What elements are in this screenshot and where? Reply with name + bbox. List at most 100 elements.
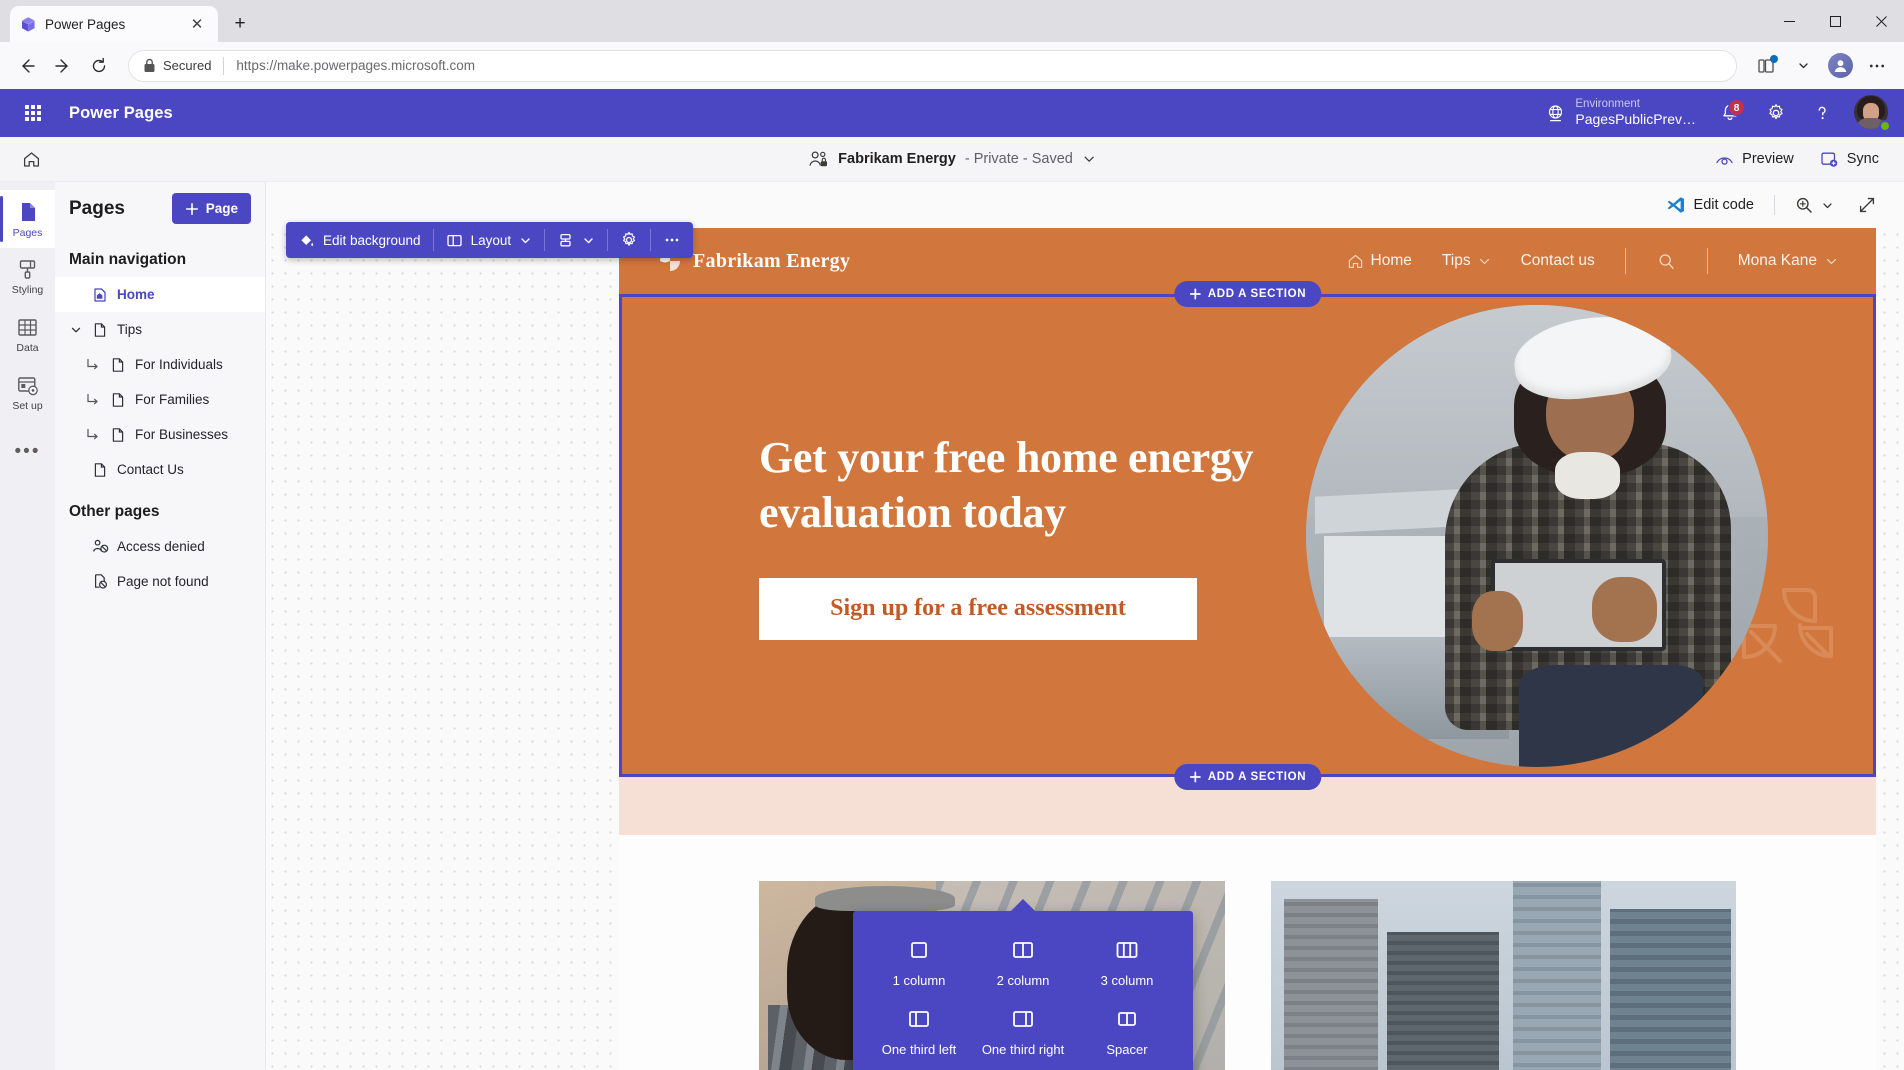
layout-option-3-column[interactable]: 3 column <box>1075 937 1179 990</box>
sidebar-more-button[interactable]: ••• <box>0 428 55 476</box>
app-launcher-icon[interactable] <box>14 94 52 132</box>
sync-label: Sync <box>1846 151 1879 167</box>
section-edit-toolbar: Edit background Layout <box>286 222 694 258</box>
plus-icon <box>1189 288 1201 300</box>
notifications-button[interactable]: 8 <box>1708 91 1752 135</box>
site-user-menu[interactable]: Mona Kane <box>1738 252 1838 270</box>
chevron-down-icon <box>519 234 532 247</box>
other-pages-heading: Other pages <box>69 503 160 520</box>
sidebar-item-setup[interactable]: Set up <box>0 364 55 422</box>
page-tree-item-contact-us[interactable]: Contact Us <box>55 452 265 487</box>
fullscreen-button[interactable] <box>1848 189 1886 221</box>
page-not-found-icon <box>91 573 109 590</box>
security-label: Secured <box>163 58 212 73</box>
layout-option-one-third-left[interactable]: One third left <box>867 1006 971 1059</box>
new-tab-button[interactable]: + <box>225 9 255 39</box>
site-nav-home[interactable]: Home <box>1347 252 1412 270</box>
site-nav-tips[interactable]: Tips <box>1442 252 1491 270</box>
collections-badge-dot <box>1770 54 1778 63</box>
align-icon <box>557 232 574 249</box>
add-page-button[interactable]: Page <box>171 193 251 224</box>
window-close-button[interactable] <box>1858 0 1904 42</box>
subpage-arrow-icon <box>83 392 101 407</box>
pages-panel-header: Pages Page <box>55 182 265 235</box>
sidebar-item-label: Pages <box>12 226 43 239</box>
address-bar[interactable]: Secured https://make.powerpages.microsof… <box>128 49 1737 82</box>
edit-background-label: Edit background <box>323 232 421 248</box>
reload-icon[interactable] <box>82 49 116 83</box>
page-title: Pages <box>69 197 125 219</box>
lower-card[interactable] <box>1270 881 1736 1070</box>
site-nav-contact-us[interactable]: Contact us <box>1521 252 1595 270</box>
page-tree-item-home[interactable]: Home <box>55 277 265 312</box>
layout-one-third-left-icon <box>907 1006 931 1032</box>
window-controls <box>1766 0 1904 42</box>
section-settings-button[interactable] <box>608 222 650 258</box>
layout-label: Layout <box>470 232 512 248</box>
add-section-label: ADD A SECTION <box>1207 288 1307 300</box>
app-title[interactable]: Power Pages <box>69 104 173 123</box>
settings-gear-icon[interactable] <box>1754 91 1798 135</box>
people-private-icon <box>808 150 829 169</box>
add-section-bottom-button[interactable]: ADD A SECTION <box>1173 764 1322 790</box>
section-more-options-button[interactable] <box>651 222 693 258</box>
layout-button[interactable]: Layout <box>434 222 545 258</box>
power-pages-logo-icon <box>20 16 37 33</box>
layout-option-spacer[interactable]: Spacer <box>1075 1006 1179 1059</box>
chevron-down-icon[interactable] <box>69 324 83 336</box>
site-selector[interactable]: Fabrikam Energy - Private - Saved <box>798 143 1106 175</box>
chevron-down-icon[interactable] <box>1082 152 1096 166</box>
page-tree-item-access-denied[interactable]: Access denied <box>55 529 265 564</box>
browser-more-options-icon[interactable] <box>1860 49 1894 83</box>
site-command-bar: Fabrikam Energy - Private - Saved Previe… <box>0 137 1904 182</box>
window-minimize-button[interactable] <box>1766 0 1812 42</box>
subpage-arrow-icon <box>83 427 101 442</box>
page-tree-item-for-businesses[interactable]: For Businesses <box>55 417 265 452</box>
layout-option-label: 2 column <box>996 973 1050 988</box>
collections-icon[interactable] <box>1749 49 1783 83</box>
preview-eye-icon <box>1715 150 1734 169</box>
zoom-control[interactable] <box>1785 189 1844 221</box>
page-tree-label: Access denied <box>117 539 205 554</box>
browser-tab[interactable]: Power Pages ✕ <box>10 6 218 42</box>
window-maximize-button[interactable] <box>1812 0 1858 42</box>
page-tree-item-page-not-found[interactable]: Page not found <box>55 564 265 599</box>
page-tree-item-tips[interactable]: Tips <box>55 312 265 347</box>
sync-button[interactable]: Sync <box>1809 143 1890 175</box>
browser-profile-icon[interactable] <box>1823 49 1857 83</box>
hero-cta-button[interactable]: Sign up for a free assessment <box>759 577 1197 640</box>
back-icon[interactable] <box>10 49 44 83</box>
add-page-label: Page <box>205 201 238 216</box>
page-tree-item-for-families[interactable]: For Families <box>55 382 265 417</box>
search-icon[interactable] <box>1656 251 1677 272</box>
layout-one-third-right-icon <box>1011 1006 1035 1032</box>
environment-picker[interactable]: Environment PagesPublicPrev… <box>1536 92 1706 134</box>
chevron-down-icon[interactable] <box>1786 49 1820 83</box>
site-nav-label: Tips <box>1441 252 1471 269</box>
home-icon[interactable] <box>14 142 48 176</box>
browser-toolbar-right <box>1749 49 1894 83</box>
forward-icon[interactable] <box>46 49 80 83</box>
sidebar-item-styling[interactable]: Styling <box>0 248 55 306</box>
layout-option-one-third-right[interactable]: One third right <box>971 1006 1075 1059</box>
page-icon <box>109 427 127 443</box>
layout-spacer-icon <box>1115 1006 1139 1032</box>
sidebar-item-data[interactable]: Data <box>0 306 55 364</box>
layout-option-2-column[interactable]: 2 column <box>971 937 1075 990</box>
align-button[interactable] <box>545 222 607 258</box>
sidebar-item-pages[interactable]: Pages <box>0 190 55 248</box>
page-icon <box>91 462 109 478</box>
page-tree-item-for-individuals[interactable]: For Individuals <box>55 347 265 382</box>
user-avatar[interactable] <box>1854 95 1891 132</box>
hero-section[interactable]: Get your free home energy evaluation tod… <box>619 281 1876 790</box>
site-logo-text: Fabrikam Energy <box>693 249 851 272</box>
edit-code-button[interactable]: Edit code <box>1656 189 1764 221</box>
preview-button[interactable]: Preview <box>1704 143 1805 175</box>
add-section-top-button[interactable]: ADD A SECTION <box>1173 281 1322 307</box>
edit-background-button[interactable]: Edit background <box>286 222 433 258</box>
layout-option-1-column[interactable]: 1 column <box>867 937 971 990</box>
close-icon[interactable]: ✕ <box>186 13 208 35</box>
expand-icon <box>1858 196 1876 214</box>
help-icon[interactable] <box>1800 91 1844 135</box>
chevron-down-icon[interactable] <box>1821 199 1834 212</box>
